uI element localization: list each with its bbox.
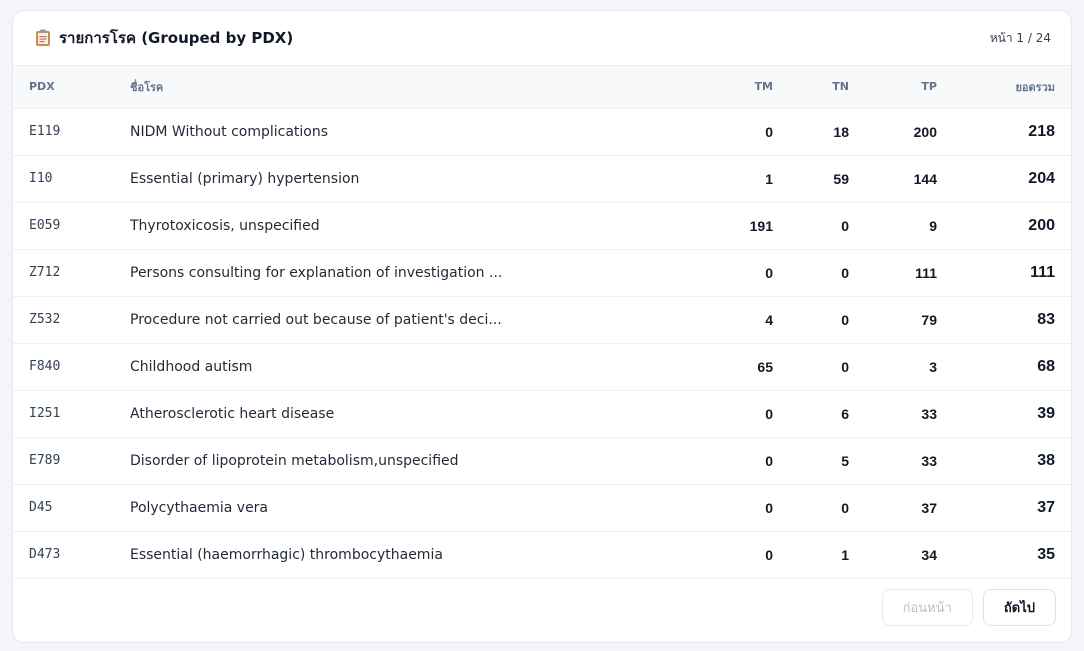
cell-tp: 3	[929, 358, 937, 375]
cell-tp: 33	[921, 405, 937, 422]
cell-name: Disorder of lipoprotein metabolism,unspe…	[130, 452, 459, 469]
cell-tp: 144	[913, 170, 937, 187]
cell-tn: 0	[841, 311, 849, 328]
cell-total: 200	[1028, 216, 1055, 234]
cell-total: 204	[1028, 169, 1055, 187]
cell-name: Essential (haemorrhagic) thrombocythaemi…	[130, 546, 443, 563]
column-header-name[interactable]: ชื่อโรค	[114, 66, 684, 109]
disease-table: PDX ชื่อโรค TM TN TP ยอดรวม E119 NIDM Wi…	[13, 66, 1071, 579]
disease-list-card: รายการโรค (Grouped by PDX) หน้า 1 / 24 P…	[12, 10, 1072, 643]
cell-pdx: D45	[29, 500, 53, 515]
cell-total: 37	[1037, 498, 1055, 516]
cell-name: Essential (primary) hypertension	[130, 170, 360, 187]
table-row[interactable]: D45 Polycythaemia vera 0 0 37 37	[13, 484, 1071, 531]
table-row[interactable]: D473 Essential (haemorrhagic) thrombocyt…	[13, 531, 1071, 578]
previous-page-button[interactable]: ก่อนหน้า	[881, 588, 973, 626]
title-wrap: รายการโรค (Grouped by PDX)	[35, 26, 293, 50]
pagination-bar: ก่อนหน้า ถัดไป	[13, 572, 1071, 642]
clipboard-icon	[35, 29, 51, 47]
cell-name: Childhood autism	[130, 358, 253, 375]
card-header: รายการโรค (Grouped by PDX) หน้า 1 / 24	[13, 11, 1071, 66]
card-title: รายการโรค (Grouped by PDX)	[59, 29, 294, 47]
cell-total: 35	[1037, 545, 1055, 563]
cell-total: 218	[1028, 122, 1055, 140]
cell-tp: 9	[929, 217, 937, 234]
cell-tm: 4	[765, 311, 773, 328]
cell-tn: 59	[833, 170, 849, 187]
column-header-total[interactable]: ยอดรวม	[953, 66, 1071, 109]
cell-name: NIDM Without complications	[130, 123, 329, 140]
cell-name: Thyrotoxicosis, unspecified	[130, 217, 320, 234]
cell-tp: 34	[921, 546, 937, 563]
table-row[interactable]: E119 NIDM Without complications 0 18 200…	[13, 108, 1071, 155]
table-row[interactable]: I251 Atherosclerotic heart disease 0 6 3…	[13, 390, 1071, 437]
cell-tn: 5	[841, 452, 849, 469]
cell-tm: 0	[765, 123, 773, 140]
cell-tm: 0	[765, 405, 773, 422]
table-row[interactable]: E789 Disorder of lipoprotein metabolism,…	[13, 437, 1071, 484]
table-row[interactable]: I10 Essential (primary) hypertension 1 5…	[13, 155, 1071, 202]
cell-name: Persons consulting for explanation of in…	[130, 264, 503, 281]
table-row[interactable]: Z532 Procedure not carried out because o…	[13, 296, 1071, 343]
cell-tn: 0	[841, 499, 849, 516]
cell-tm: 0	[765, 452, 773, 469]
table-row[interactable]: Z712 Persons consulting for explanation …	[13, 249, 1071, 296]
cell-pdx: I10	[29, 171, 53, 186]
cell-tn: 0	[841, 217, 849, 234]
cell-tn: 1	[841, 546, 849, 563]
cell-pdx: I251	[29, 406, 61, 421]
cell-tn: 6	[841, 405, 849, 422]
cell-total: 83	[1037, 310, 1055, 328]
cell-tn: 0	[841, 264, 849, 281]
cell-total: 111	[1030, 263, 1055, 281]
table-row[interactable]: E059 Thyrotoxicosis, unspecified 191 0 9…	[13, 202, 1071, 249]
column-header-tm[interactable]: TM	[684, 66, 789, 109]
cell-name: Polycythaemia vera	[130, 499, 269, 516]
next-page-button[interactable]: ถัดไป	[982, 588, 1056, 626]
cell-pdx: Z532	[29, 312, 61, 327]
cell-pdx: E059	[29, 218, 61, 233]
cell-tp: 200	[913, 123, 937, 140]
cell-pdx: Z712	[29, 265, 61, 280]
table-row[interactable]: F840 Childhood autism 65 0 3 68	[13, 343, 1071, 390]
cell-pdx: F840	[29, 359, 61, 374]
cell-tn: 0	[841, 358, 849, 375]
column-header-tn[interactable]: TN	[789, 66, 865, 109]
cell-tm: 0	[765, 546, 773, 563]
cell-tm: 191	[749, 217, 773, 234]
cell-tp: 79	[921, 311, 937, 328]
cell-tn: 18	[833, 123, 849, 140]
column-header-tp[interactable]: TP	[865, 66, 953, 109]
cell-tp: 33	[921, 452, 937, 469]
cell-pdx: E789	[29, 453, 61, 468]
cell-total: 38	[1037, 451, 1055, 469]
cell-name: Atherosclerotic heart disease	[130, 405, 335, 422]
cell-tm: 65	[757, 358, 773, 375]
cell-tm: 1	[765, 170, 773, 187]
page-indicator: หน้า 1 / 24	[989, 30, 1051, 45]
cell-tm: 0	[765, 264, 773, 281]
cell-total: 39	[1037, 404, 1055, 422]
cell-name: Procedure not carried out because of pat…	[130, 311, 502, 328]
column-header-pdx[interactable]: PDX	[13, 66, 114, 109]
cell-tp: 37	[921, 499, 937, 516]
table-header-row: PDX ชื่อโรค TM TN TP ยอดรวม	[13, 66, 1071, 109]
cell-tp: 111	[915, 264, 937, 281]
cell-pdx: D473	[29, 547, 61, 562]
cell-total: 68	[1037, 357, 1055, 375]
cell-pdx: E119	[29, 124, 61, 139]
cell-tm: 0	[765, 499, 773, 516]
